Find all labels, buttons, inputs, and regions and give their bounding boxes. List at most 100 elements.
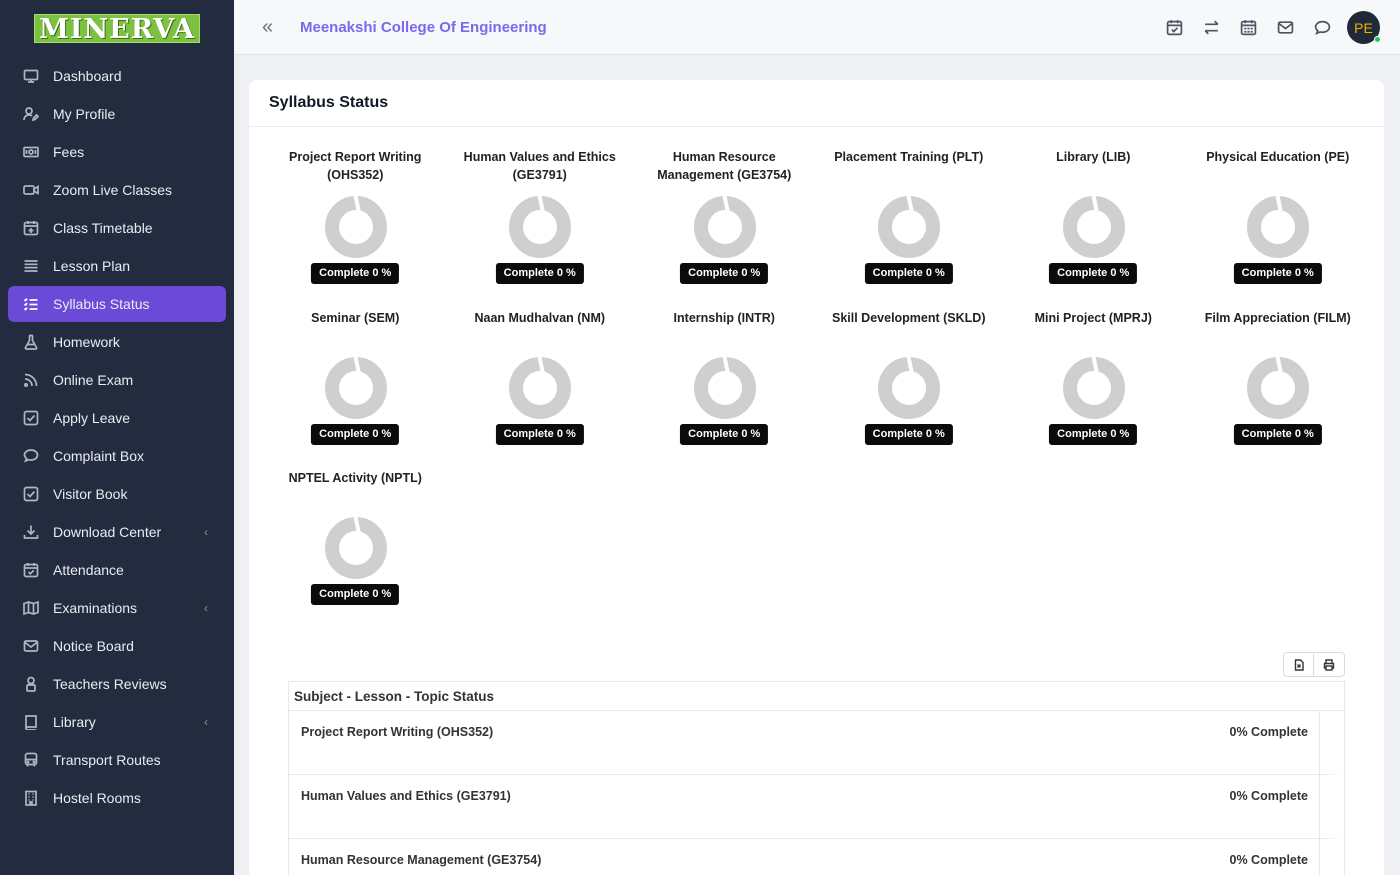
progress-donut-chart[interactable]	[1062, 356, 1125, 419]
list-check-icon	[22, 295, 40, 313]
completion-badge: Complete 0 %	[1049, 263, 1138, 284]
sidebar-item-transport-routes[interactable]: Transport Routes	[8, 742, 226, 778]
subject-progress-card: Naan Mudhalvan (NM) Complete 0 %	[448, 306, 633, 467]
completion-badge: Complete 0 %	[680, 263, 769, 284]
subject-progress-card: Film Appreciation (FILM) Complete 0 %	[1186, 306, 1371, 467]
print-button[interactable]	[1314, 652, 1345, 677]
progress-donut-chart[interactable]	[324, 517, 387, 579]
completion-badge: Complete 0 %	[1233, 263, 1322, 284]
calendar-icon[interactable]	[1230, 13, 1267, 43]
progress-donut-chart[interactable]	[324, 356, 387, 419]
sidebar-item-notice-board[interactable]: Notice Board	[8, 628, 226, 664]
sidebar-item-fees[interactable]: Fees	[8, 134, 226, 170]
sidebar-item-label: Class Timetable	[53, 220, 153, 236]
completion-badge: Complete 0 %	[680, 423, 769, 445]
table-row[interactable]: Project Report Writing (OHS352) 0% Comple…	[289, 711, 1344, 775]
flask-icon	[22, 333, 40, 351]
completion-badge: Complete 0 %	[864, 423, 953, 445]
completion-badge: Complete 0 %	[1233, 423, 1322, 445]
calendar-check-icon	[22, 561, 40, 579]
row-status: 0% Complete	[1229, 853, 1309, 867]
sidebar-item-attendance[interactable]: Attendance	[8, 552, 226, 588]
sidebar-item-apply-leave[interactable]: Apply Leave	[8, 400, 226, 436]
calendar-plus-icon	[22, 219, 40, 237]
sidebar-item-label: Zoom Live Classes	[53, 182, 173, 198]
sidebar-item-examinations[interactable]: Examinations ‹	[8, 590, 226, 626]
subject-progress-card: Skill Development (SKLD) Complete 0 %	[817, 306, 1002, 467]
sidebar-item-label: Visitor Book	[53, 486, 128, 502]
subject-progress-card: Mini Project (MPRJ) Complete 0 %	[1001, 306, 1186, 467]
subject-progress-card: Placement Training (PLT) Complete 0 %	[817, 145, 1002, 306]
sidebar-item-homework[interactable]: Homework	[8, 324, 226, 360]
progress-donut-chart[interactable]	[878, 196, 940, 258]
subject-title: Human Resource Management (GE3754)	[657, 150, 792, 182]
subject-progress-card: Human Values and Ethics (GE3791) Complete…	[448, 145, 633, 306]
sidebar-nav: Dashboard My Profile Fees Zoom Live Classes…	[0, 58, 234, 816]
avatar-initials: PE	[1354, 19, 1373, 36]
user-edit-icon	[22, 105, 40, 123]
completion-badge: Complete 0 %	[311, 263, 400, 284]
subject-title: Skill Development (SKLD)	[832, 310, 986, 325]
monitor-icon	[22, 67, 40, 85]
row-subject: Human Resource Management (GE3754)	[301, 853, 542, 867]
sidebar-item-syllabus-status[interactable]: Syllabus Status	[8, 286, 226, 322]
progress-donut-chart[interactable]	[878, 356, 940, 419]
sidebar-item-label: Homework	[53, 334, 120, 350]
table-row[interactable]: Human Values and Ethics (GE3791) 0% Compl…	[289, 775, 1344, 839]
progress-donut-chart[interactable]	[1247, 196, 1309, 258]
chevron-left-icon: ‹	[204, 601, 208, 615]
sidebar-item-download-center[interactable]: Download Center ‹	[8, 514, 226, 550]
row-status: 0% Complete	[1229, 789, 1309, 803]
sidebar-item-dashboard[interactable]: Dashboard	[8, 58, 226, 94]
sidebar-item-my-profile[interactable]: My Profile	[8, 96, 226, 132]
exchange-icon[interactable]	[1193, 13, 1230, 43]
user-lock-icon	[22, 675, 40, 693]
table-row[interactable]: Human Resource Management (GE3754) 0% Com…	[289, 839, 1344, 875]
progress-donut-chart[interactable]	[693, 356, 756, 419]
chat-bubble-icon	[22, 447, 40, 465]
brand-logo[interactable]: MINERVA	[33, 13, 201, 44]
avatar[interactable]: PE	[1347, 11, 1381, 44]
subject-progress-card: Human Resource Management (GE3754) Comple…	[632, 145, 817, 306]
subject-progress-card: NPTEL Activity (NPTL) Complete 0 %	[263, 466, 448, 627]
sidebar-item-label: Notice Board	[53, 638, 134, 654]
completion-badge: Complete 0 %	[495, 423, 584, 445]
table-heading: Subject - Lesson - Topic Status	[289, 682, 1344, 711]
sidebar-item-online-exam[interactable]: Online Exam	[8, 362, 226, 398]
sidebar-item-class-timetable[interactable]: Class Timetable	[8, 210, 226, 246]
envelope-icon	[22, 637, 40, 655]
sidebar-item-zoom-live-classes[interactable]: Zoom Live Classes	[8, 172, 226, 208]
sidebar-item-visitor-book[interactable]: Visitor Book	[8, 476, 226, 512]
sidebar-item-complaint-box[interactable]: Complaint Box	[8, 438, 226, 474]
progress-donut-chart[interactable]	[509, 356, 571, 419]
progress-donut-chart[interactable]	[324, 196, 387, 258]
progress-donut-chart[interactable]	[1247, 356, 1309, 419]
subject-title: Project Report Writing (OHS352)	[289, 150, 422, 182]
completion-badge: Complete 0 %	[864, 263, 953, 284]
sidebar-item-hostel-rooms[interactable]: Hostel Rooms	[8, 780, 226, 816]
sidebar-item-teachers-reviews[interactable]: Teachers Reviews	[8, 666, 226, 702]
subject-title: Film Appreciation (FILM)	[1204, 310, 1351, 325]
progress-donut-chart[interactable]	[509, 196, 571, 258]
calendar-check-icon[interactable]	[1156, 13, 1193, 43]
college-name[interactable]: Meenakshi College Of Engineering	[300, 19, 547, 36]
collapse-sidebar-icon[interactable]: «	[262, 16, 280, 39]
sidebar-item-lesson-plan[interactable]: Lesson Plan	[8, 248, 226, 284]
chat-icon[interactable]	[1304, 13, 1341, 43]
sidebar-item-label: Teachers Reviews	[53, 676, 167, 692]
sidebar-item-library[interactable]: Library ‹	[8, 704, 226, 740]
row-subject: Project Report Writing (OHS352)	[301, 725, 494, 739]
envelope-icon[interactable]	[1267, 13, 1304, 43]
subject-progress-card: Library (LIB) Complete 0 %	[1001, 145, 1186, 306]
subject-title: Library (LIB)	[1056, 150, 1131, 164]
sidebar-item-label: Examinations	[53, 600, 138, 616]
progress-donut-chart[interactable]	[1062, 196, 1125, 258]
logo-area: MINERVA	[0, 0, 234, 56]
subject-progress-card: Seminar (SEM) Complete 0 %	[263, 306, 448, 467]
sidebar-item-label: Syllabus Status	[53, 296, 150, 312]
check-square-icon	[22, 485, 40, 503]
progress-donut-chart[interactable]	[693, 196, 756, 258]
sidebar-item-label: Dashboard	[53, 68, 122, 84]
sidebar-item-label: Fees	[53, 144, 85, 160]
export-excel-button[interactable]	[1283, 652, 1314, 677]
